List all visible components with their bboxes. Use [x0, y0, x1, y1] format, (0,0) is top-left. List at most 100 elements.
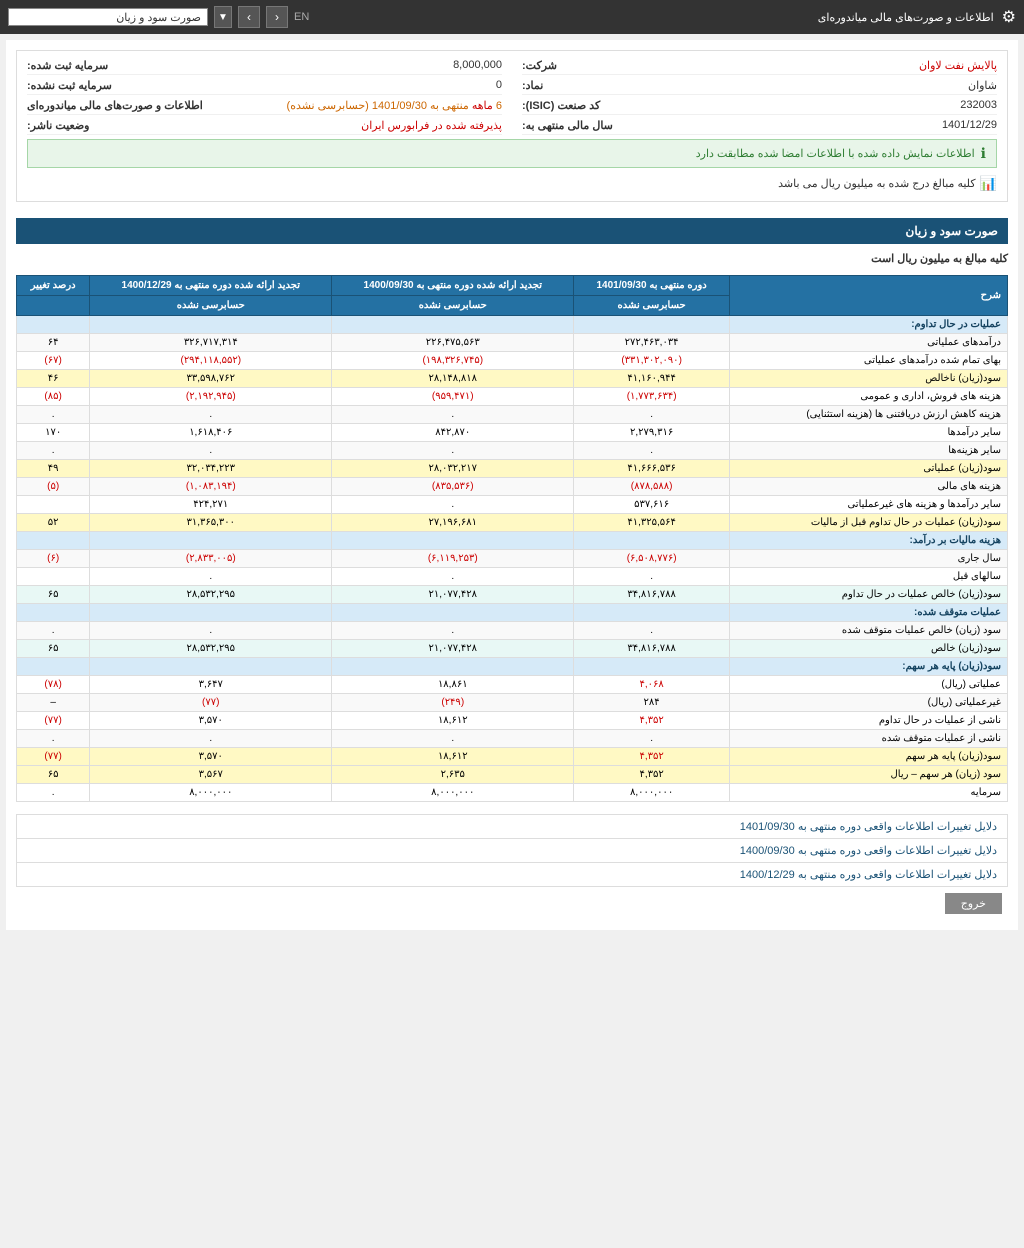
row-cell-c3: ۳,۵۶۷ [90, 766, 332, 784]
col4-sub [17, 296, 90, 316]
row-cell-c2: ۲۱,۰۷۷,۴۲۸ [332, 586, 574, 604]
table-row: سود (زیان) هر سهم – ریال۴,۳۵۲۲,۶۳۵۳,۵۶۷۶… [17, 766, 1008, 784]
row-cell-c4: . [17, 442, 90, 460]
row-label: سایر درآمدها و هزینه های غیرعملیاتی [729, 496, 1007, 514]
footer-link-item[interactable]: دلایل تغییرات اطلاعات واقعی دوره منتهی ب… [17, 815, 1007, 839]
table-row: هزینه مالیات بر درآمد: [17, 532, 1008, 550]
footer-link-item[interactable]: دلایل تغییرات اطلاعات واقعی دوره منتهی ب… [17, 863, 1007, 886]
excel-hint: 📊 کلیه مبالغ درج شده به میلیون ریال می ب… [27, 172, 997, 195]
nav-prev-btn[interactable]: ‹ [266, 6, 288, 28]
row-label: سایر هزینه‌ها [729, 442, 1007, 460]
row-label: سود(زیان) عملیاتی [729, 460, 1007, 478]
table-row: سود(زیان) پایه هر سهم۴,۳۵۲۱۸,۶۱۲۳,۵۷۰(۷۷… [17, 748, 1008, 766]
row-cell-c4: (۶) [17, 550, 90, 568]
table-row: عملیات در حال تداوم: [17, 316, 1008, 334]
col3-header: تجدید ارائه شده دوره منتهی به 1400/12/29 [90, 276, 332, 296]
row-label: سود(زیان) خالص [729, 640, 1007, 658]
col1-sub: حسابرسی نشده [574, 296, 730, 316]
row-cell-c2: ۲۸,۰۳۲,۲۱۷ [332, 460, 574, 478]
dropdown-btn[interactable]: ▼ [214, 6, 232, 28]
row-cell-c2: . [332, 622, 574, 640]
row-cell-c1: . [574, 568, 730, 586]
row-cell-c2: ۲۸,۱۴۸,۸۱۸ [332, 370, 574, 388]
symbol-label: نماد: [522, 79, 543, 92]
row-cell-c1: ۲۸۴ [574, 694, 730, 712]
search-input[interactable] [8, 8, 208, 26]
notice-text: اطلاعات نمایش داده شده با اطلاعات امضا ش… [696, 147, 975, 160]
row-cell-c1: ۴۱,۳۲۵,۵۶۴ [574, 514, 730, 532]
row-cell-c1: ۴,۳۵۲ [574, 766, 730, 784]
row-cell-c4: . [17, 622, 90, 640]
row-cell-c3: . [90, 730, 332, 748]
footer-link-item[interactable]: دلایل تغییرات اطلاعات واقعی دوره منتهی ب… [17, 839, 1007, 863]
row-label: هزینه مالیات بر درآمد: [729, 532, 1007, 550]
row-cell-c3: (۱,۰۸۳,۱۹۴) [90, 478, 332, 496]
row-cell-c1: ۴,۰۶۸ [574, 676, 730, 694]
row-label: سود (زیان) هر سهم – ریال [729, 766, 1007, 784]
table-row: سایر درآمدها و هزینه های غیرعملیاتی۵۳۷,۶… [17, 496, 1008, 514]
row-cell-c3 [90, 316, 332, 334]
row-label: ناشی از عملیات متوقف شده [729, 730, 1007, 748]
info-detail-label: اطلاعات و صورت‌های مالی میاندوره‌ای [27, 99, 203, 112]
row-cell-c2: ۱۸,۶۱۲ [332, 712, 574, 730]
row-cell-c4: . [17, 406, 90, 424]
row-cell-c1 [574, 658, 730, 676]
row-cell-c3: ۳,۶۴۷ [90, 676, 332, 694]
col2-sub: حسابرسی نشده [332, 296, 574, 316]
nav-next-btn[interactable]: › [238, 6, 260, 28]
row-cell-c4: (۷۷) [17, 748, 90, 766]
row-cell-c1: ۲۷۲,۴۶۳,۰۳۴ [574, 334, 730, 352]
company-info-section: پالایش نفت لاوان شرکت: 8,000,000 سرمایه … [16, 50, 1008, 202]
row-cell-c4: – [17, 694, 90, 712]
row-cell-c4: . [17, 784, 90, 802]
row-cell-c4: ۴۶ [17, 370, 90, 388]
row-cell-c3: . [90, 406, 332, 424]
row-label: هزینه کاهش ارزش دریافتنی ها (هزینه استثن… [729, 406, 1007, 424]
row-cell-c3: ۳,۵۷۰ [90, 748, 332, 766]
col4-header: درصد تغییر [17, 276, 90, 296]
row-cell-c4: ۶۴ [17, 334, 90, 352]
row-cell-c3: ۳,۵۷۰ [90, 712, 332, 730]
row-cell-c3: ۲۸,۵۳۲,۲۹۵ [90, 586, 332, 604]
row-cell-c1: (۱,۷۷۳,۶۳۴) [574, 388, 730, 406]
row-cell-c1: ۳۴,۸۱۶,۷۸۸ [574, 586, 730, 604]
row-cell-c4 [17, 532, 90, 550]
row-label: سال جاری [729, 550, 1007, 568]
capital-unregistered-value: 0 [496, 79, 502, 92]
row-label: هزینه های فروش، اداری و عمومی [729, 388, 1007, 406]
row-cell-c2: (۲۴۹) [332, 694, 574, 712]
exit-button[interactable]: خروج [945, 893, 1002, 914]
info-detail-value: 6 ماهه منتهی به 1401/09/30 (حسابرسی نشده… [287, 99, 502, 112]
table-row: عملیات متوقف شده: [17, 604, 1008, 622]
status-item: پذیرفته شده در فرابورس ایران وضعیت ناشر: [27, 117, 502, 135]
industry-value: 232003 [960, 99, 997, 112]
row-cell-c2: . [332, 442, 574, 460]
col1-header: دوره منتهی به 1401/09/30 [574, 276, 730, 296]
table-row: سال جاری(۶,۵۰۸,۷۷۶)(۶,۱۱۹,۲۵۳)(۲,۸۳۳,۰۰۵… [17, 550, 1008, 568]
table-row: سرمایه۸,۰۰۰,۰۰۰۸,۰۰۰,۰۰۰۸,۰۰۰,۰۰۰. [17, 784, 1008, 802]
row-cell-c4: ۶۵ [17, 766, 90, 784]
report-section: صورت سود و زیان کلیه مبالغ به میلیون ریا… [16, 218, 1008, 920]
row-cell-c4 [17, 568, 90, 586]
col2-header: تجدید ارائه شده دوره منتهی به 1400/09/30 [332, 276, 574, 296]
report-title: صورت سود و زیان [16, 218, 1008, 244]
row-cell-c1: ۲,۲۷۹,۳۱۶ [574, 424, 730, 442]
table-row: سایر درآمدها۲,۲۷۹,۳۱۶۸۴۲,۸۷۰۱,۶۱۸,۴۰۶۱۷۰ [17, 424, 1008, 442]
row-cell-c2: . [332, 730, 574, 748]
row-label: سود (زیان) خالص عملیات متوقف شده [729, 622, 1007, 640]
company-name-value: پالایش نفت لاوان [919, 59, 997, 72]
table-row: ناشی از عملیات متوقف شده.... [17, 730, 1008, 748]
row-cell-c4: ۶۵ [17, 640, 90, 658]
row-cell-c2: (۸۳۵,۵۳۶) [332, 478, 574, 496]
top-bar-left: EN ‹ › ▼ [8, 6, 309, 28]
status-label: وضعیت ناشر: [27, 119, 90, 132]
row-label: عملیات در حال تداوم: [729, 316, 1007, 334]
row-cell-c1 [574, 532, 730, 550]
table-row: سود(زیان) عملیاتی۴۱,۶۶۶,۵۳۶۲۸,۰۳۲,۲۱۷۳۲,… [17, 460, 1008, 478]
row-label: سرمایه [729, 784, 1007, 802]
capital-registered-value: 8,000,000 [453, 59, 502, 72]
company-label: شرکت: [522, 59, 557, 72]
row-cell-c2: (۹۵۹,۴۷۱) [332, 388, 574, 406]
settings-icon[interactable]: ⚙ [1002, 7, 1016, 27]
row-cell-c3: ۱,۶۱۸,۴۰۶ [90, 424, 332, 442]
